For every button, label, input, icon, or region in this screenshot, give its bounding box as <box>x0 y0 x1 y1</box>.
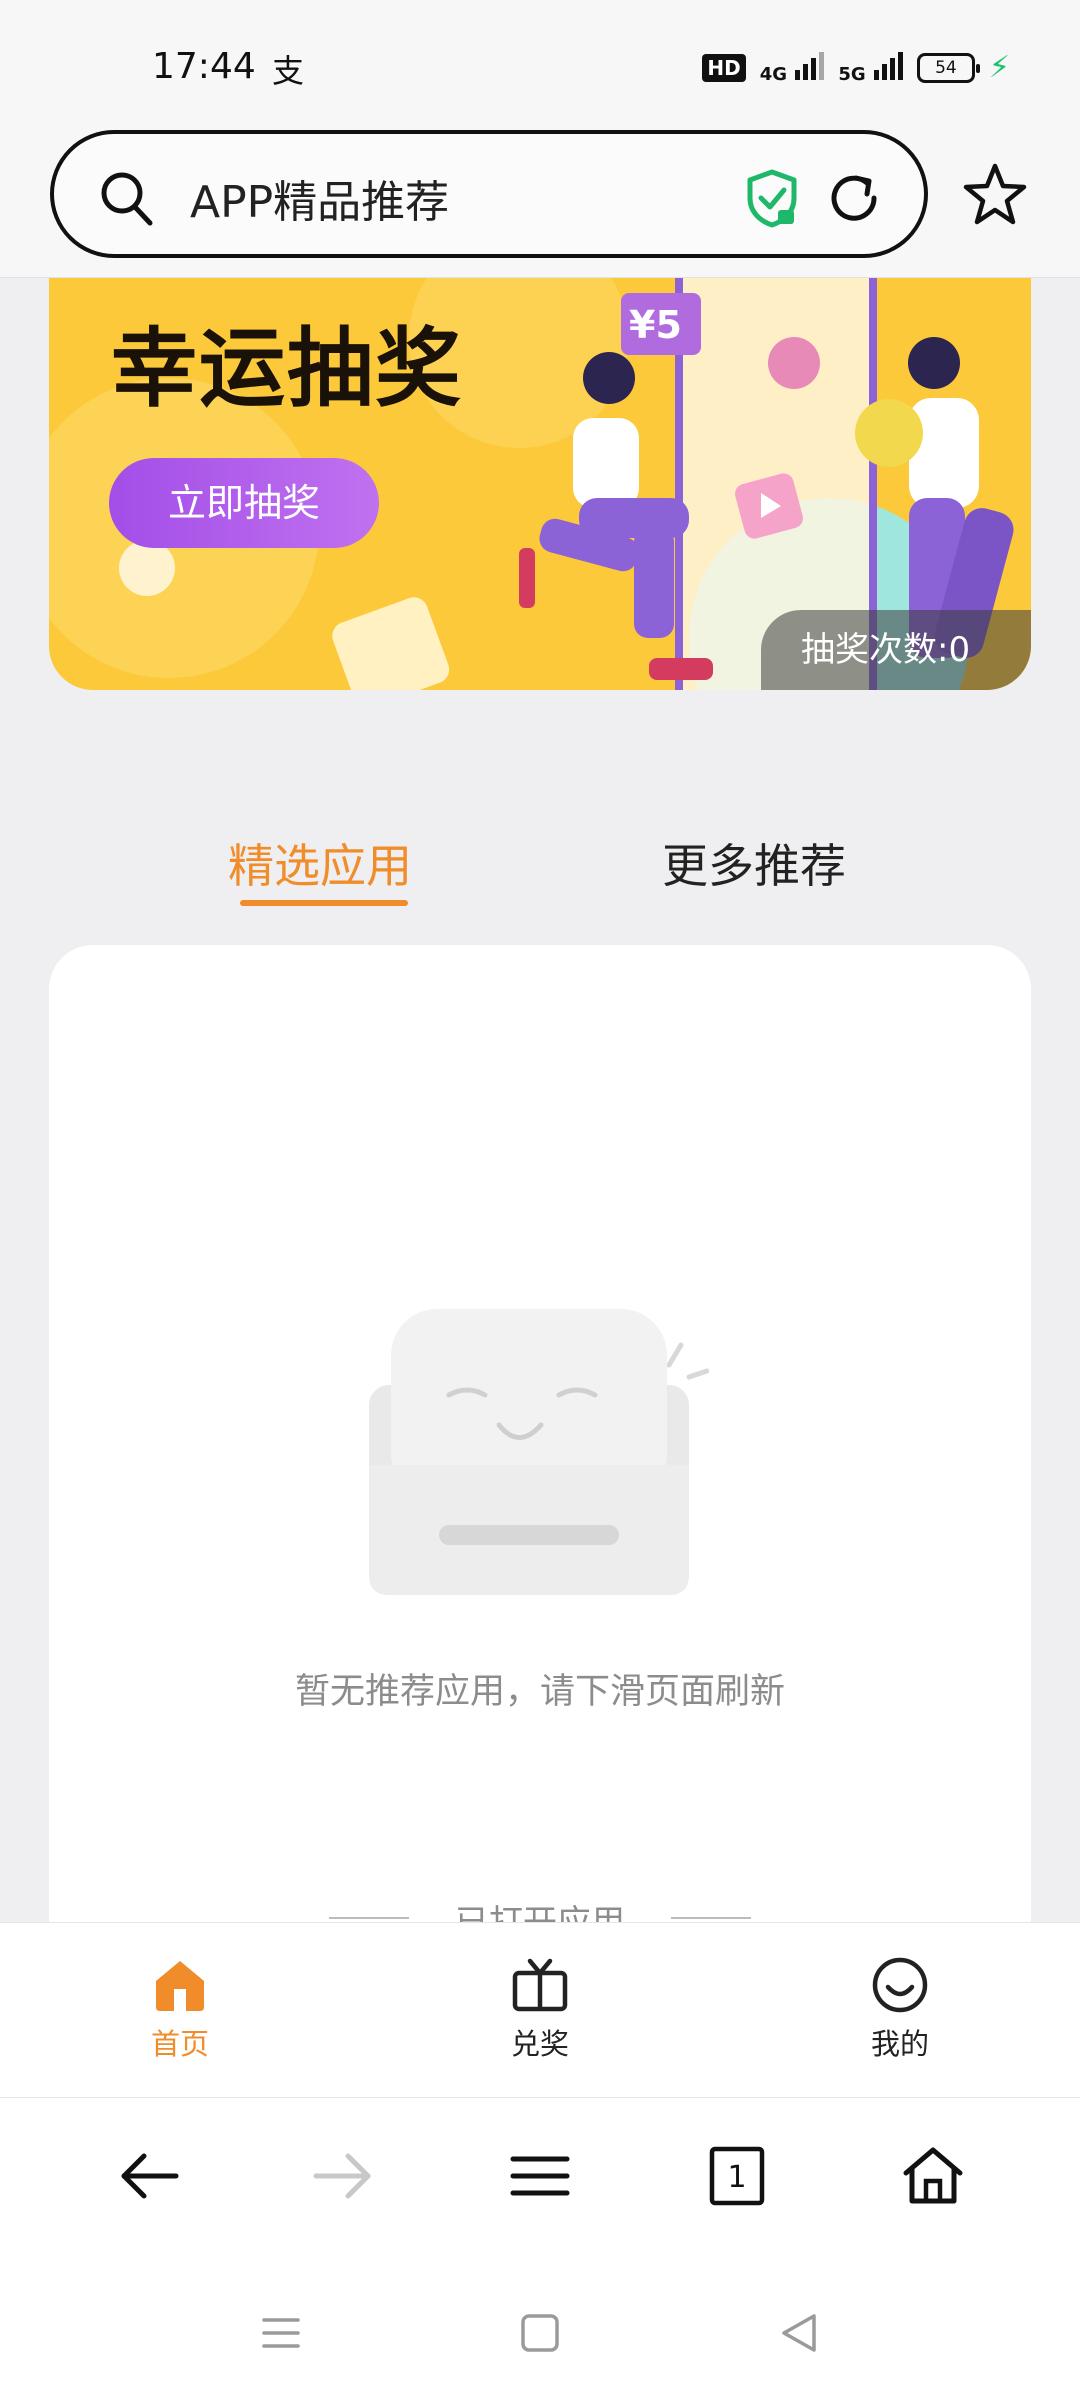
url-bar[interactable]: APP精品推荐 <box>50 130 928 258</box>
browser-toolbar: 1 <box>0 2098 1080 2248</box>
menu-icon[interactable] <box>507 2143 573 2209</box>
empty-box-illustration <box>369 1309 709 1595</box>
empty-state-message: 暂无推荐应用，请下滑页面刷新 <box>294 1672 785 1712</box>
forward-arrow-icon[interactable] <box>310 2143 376 2209</box>
search-icon <box>101 172 153 226</box>
category-tabs: 精选应用 更多推荐 <box>0 810 1080 920</box>
app-list-card[interactable]: 暂无推荐应用，请下滑页面刷新 已打开应用 <box>49 945 1031 1925</box>
banner-title: 幸运抽奖 <box>111 319 463 419</box>
draw-count-badge: 抽奖次数:0 <box>761 610 1031 690</box>
tab-count: 1 <box>727 2160 746 2195</box>
status-bar: 17:44 支 HD 4G 5G 54 ⚡ <box>0 0 1080 130</box>
opened-apps-divider: 已打开应用 <box>49 1895 1031 1925</box>
draw-now-button[interactable]: 立即抽奖 <box>109 458 379 548</box>
alipay-notification-icon: 支 <box>272 52 305 90</box>
tab-featured-apps[interactable]: 精选应用 <box>228 830 412 896</box>
active-tab-indicator <box>240 900 408 906</box>
system-back-icon[interactable] <box>776 2310 822 2356</box>
tab-more-recommendations[interactable]: 更多推荐 <box>662 830 846 896</box>
shield-check-icon[interactable] <box>744 168 800 228</box>
battery-icon: 54 <box>916 52 980 83</box>
tabs-icon[interactable]: 1 <box>704 2143 770 2209</box>
signal-5g-label: 5G <box>838 64 866 85</box>
nav-label-mine: 我的 <box>870 2027 929 2061</box>
star-icon[interactable] <box>960 160 1030 230</box>
opened-apps-label: 已打开应用 <box>455 1903 625 1925</box>
signal-4g-icon: 4G <box>760 50 825 85</box>
banner-ticket-label: ¥5 <box>629 303 682 347</box>
gift-tv-icon <box>512 1958 568 2012</box>
address-bar: APP精品推荐 <box>0 130 1080 278</box>
back-arrow-icon[interactable] <box>116 2143 182 2209</box>
page-title[interactable]: APP精品推荐 <box>190 166 449 230</box>
signal-4g-label: 4G <box>759 64 788 85</box>
nav-item-mine[interactable]: 我的 <box>820 1957 980 2063</box>
hd-icon: HD <box>702 53 746 82</box>
lottery-banner[interactable]: ¥5 幸运抽奖 立即抽奖 抽奖次数:0 <box>49 278 1031 690</box>
nav-label-redeem: 兑奖 <box>510 2027 569 2061</box>
recents-icon[interactable] <box>258 2310 304 2356</box>
charging-icon: ⚡ <box>988 49 1010 85</box>
status-time: 17:44 <box>152 46 256 87</box>
refresh-icon[interactable] <box>824 168 884 228</box>
app-bottom-nav: 首页 兑奖 我的 <box>0 1922 1080 2098</box>
status-icons: HD 4G 5G 54 ⚡ <box>702 50 1010 85</box>
smile-icon <box>872 1957 928 2013</box>
browser-home-icon[interactable] <box>900 2143 966 2209</box>
system-home-icon[interactable] <box>517 2310 563 2356</box>
home-icon <box>156 1961 204 2011</box>
nav-item-home[interactable]: 首页 <box>100 1957 260 2063</box>
signal-5g-icon: 5G <box>838 50 903 85</box>
nav-item-redeem[interactable]: 兑奖 <box>460 1957 620 2063</box>
nav-label-home: 首页 <box>150 2027 209 2061</box>
divider-line-right <box>671 1917 751 1919</box>
system-nav-bar <box>0 2248 1080 2400</box>
